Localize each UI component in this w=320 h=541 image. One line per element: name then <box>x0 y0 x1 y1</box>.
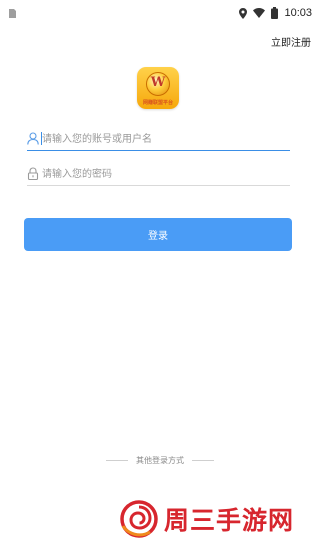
sim-icon <box>9 9 16 18</box>
battery-icon <box>271 7 279 19</box>
watermark: 周三手游网 <box>120 500 294 538</box>
status-time: 10:03 <box>284 7 312 19</box>
status-bar: 10:03 <box>0 0 320 26</box>
app-logo: W 网赚联盟平台 <box>137 67 179 109</box>
location-icon <box>239 7 248 19</box>
lock-icon <box>27 167 39 180</box>
wifi-icon <box>253 8 266 18</box>
coin-icon: W <box>146 72 170 96</box>
other-login-label: 其他登录方式 <box>136 455 184 465</box>
watermark-text: 周三手游网 <box>164 506 295 535</box>
logo-letter: W <box>150 75 166 90</box>
divider-line-right <box>192 459 214 461</box>
watermark-swirl-icon <box>120 500 158 538</box>
logo-caption: 网赚联盟平台 <box>142 100 173 106</box>
register-link[interactable]: 立即注册 <box>271 34 311 49</box>
login-screen: 10:03 立即注册 W 网赚联盟平台 登录 其他登录方式 <box>0 0 320 541</box>
login-button[interactable]: 登录 <box>24 218 292 251</box>
password-field[interactable] <box>27 164 290 186</box>
password-input[interactable] <box>42 165 282 183</box>
other-login-divider: 其他登录方式 <box>0 454 320 466</box>
user-icon <box>27 132 39 145</box>
status-icons: 10:03 <box>239 6 312 20</box>
account-input[interactable] <box>42 130 282 148</box>
account-field[interactable] <box>27 129 290 151</box>
divider-line-left <box>106 459 128 461</box>
